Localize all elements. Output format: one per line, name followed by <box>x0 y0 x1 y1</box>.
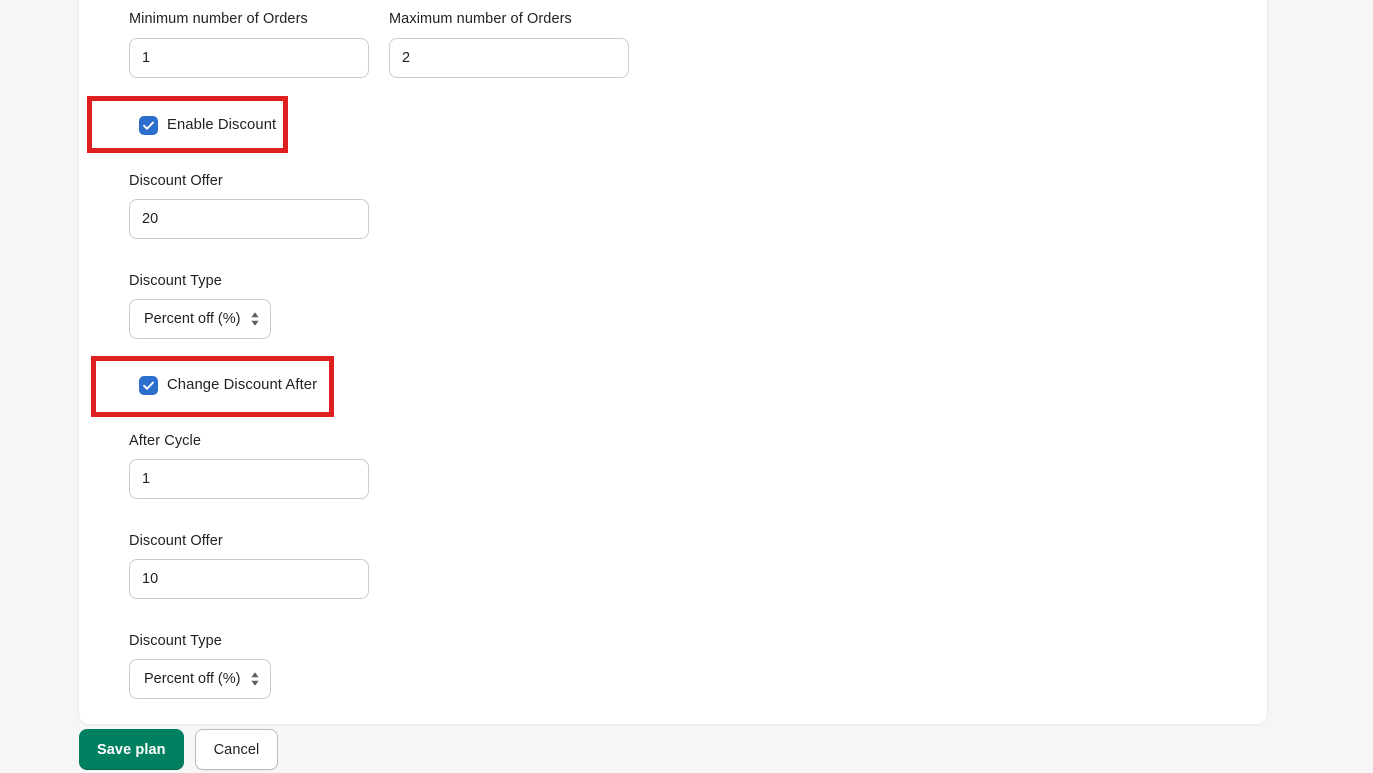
save-plan-button[interactable]: Save plan <box>79 729 184 770</box>
discount-offer-2-input[interactable] <box>129 559 369 599</box>
max-orders-label: Maximum number of Orders <box>389 11 572 27</box>
discount-type-1-select[interactable]: Percent off (%) <box>129 299 272 339</box>
discount-offer-1-input[interactable] <box>129 199 369 239</box>
min-orders-input[interactable] <box>129 38 369 78</box>
form-actions: Save plan Cancel <box>79 729 279 770</box>
after-cycle-input[interactable] <box>129 459 369 499</box>
discount-type-2-value: Percent off (%) <box>144 671 241 687</box>
discount-type-1-label: Discount Type <box>129 273 222 289</box>
enable-discount-label[interactable]: Enable Discount <box>167 115 276 135</box>
discount-offer-1-label: Discount Offer <box>129 173 223 189</box>
discount-type-2-select-box[interactable]: Percent off (%) <box>129 659 272 699</box>
min-orders-field: Minimum number of Orders <box>129 9 369 78</box>
card-content: Minimum number of Orders Maximum number … <box>104 0 1267 724</box>
max-orders-input[interactable] <box>389 38 629 78</box>
check-icon <box>143 121 154 130</box>
discount-type-1-value: Percent off (%) <box>144 311 241 327</box>
discount-type-2-select[interactable]: Percent off (%) <box>129 659 272 699</box>
change-discount-after-label[interactable]: Change Discount After <box>167 375 317 395</box>
change-discount-after-checkbox-row[interactable]: Change Discount After <box>139 375 317 395</box>
plan-settings-card: Minimum number of Orders Maximum number … <box>79 0 1267 724</box>
change-discount-after-checkbox[interactable] <box>139 375 158 395</box>
after-cycle-label: After Cycle <box>129 433 202 449</box>
cancel-button[interactable]: Cancel <box>194 729 279 770</box>
discount-offer-2-label: Discount Offer <box>129 533 223 549</box>
enable-discount-checkbox[interactable] <box>139 115 158 135</box>
max-orders-field: Maximum number of Orders <box>389 9 629 78</box>
discount-type-2-label: Discount Type <box>129 633 222 649</box>
min-orders-label: Minimum number of Orders <box>129 11 308 27</box>
discount-type-1-select-box[interactable]: Percent off (%) <box>129 299 272 339</box>
check-icon <box>143 381 154 390</box>
enable-discount-checkbox-row[interactable]: Enable Discount <box>139 115 276 135</box>
